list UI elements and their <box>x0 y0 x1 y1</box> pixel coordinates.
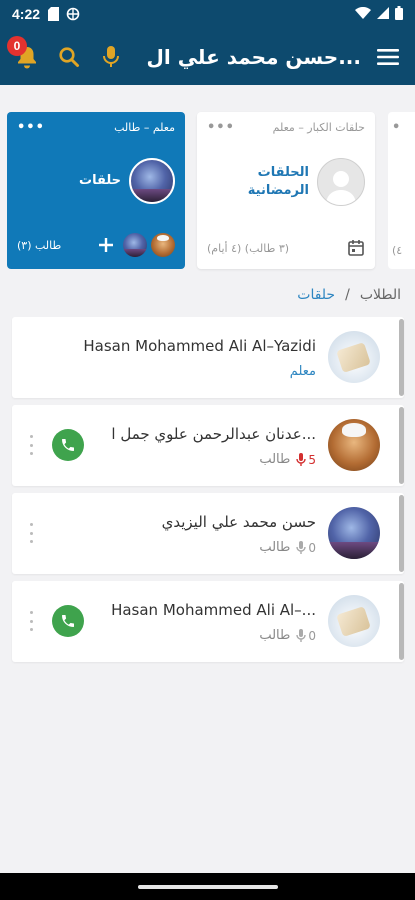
row-edge <box>399 407 404 484</box>
card-info: (٤ أيام) (٣ طالب) <box>207 241 290 255</box>
page-title: حسن محمد علي ال... <box>146 44 361 69</box>
row-edge <box>399 583 404 660</box>
halaqat-carousel[interactable]: ••• معلم – طالب حلقات طالب (٣) ••• حلقات… <box>0 112 415 272</box>
member-name: Hasan Mohammed Ali Al–... <box>111 601 316 619</box>
more-vert-icon[interactable] <box>28 435 34 455</box>
member-name: حسن محمد علي اليزيدي <box>161 513 316 531</box>
card-info: (٤ <box>392 244 403 257</box>
search-button[interactable] <box>52 40 86 74</box>
list-item[interactable]: Hasan Mohammed Ali Al–... طالب 0 <box>12 581 404 662</box>
menu-icon <box>377 48 399 65</box>
card-more-icon[interactable]: • <box>392 120 401 135</box>
member-name: عدنان عبدالرحمن علوي جمل ا... <box>111 425 316 443</box>
member-role-label: طالب <box>259 452 291 467</box>
mic-icon <box>103 45 119 67</box>
recordings-count: 5 <box>296 452 316 467</box>
wifi-icon <box>355 6 371 22</box>
notifications-button[interactable]: 0 <box>7 35 44 74</box>
call-button[interactable] <box>52 605 84 637</box>
calendar-icon <box>348 240 364 256</box>
more-vert-icon[interactable] <box>28 523 34 543</box>
breadcrumb: حلقات / الطلاب <box>297 287 401 303</box>
app-bar: 0 حسن محمد علي ال... <box>0 28 415 85</box>
member-avatar <box>328 507 380 559</box>
more-vert-icon[interactable] <box>28 611 34 631</box>
card-more-icon[interactable]: ••• <box>207 120 235 135</box>
vpn-globe-icon <box>66 7 80 21</box>
add-icon[interactable] <box>97 236 115 254</box>
member-avatar <box>328 595 380 647</box>
member-role-label: طالب <box>259 540 291 555</box>
row-edge <box>399 319 404 396</box>
mic-icon <box>296 540 307 554</box>
recordings-value: 0 <box>308 628 316 643</box>
card-name-line1: الحلقات <box>257 164 309 180</box>
system-nav-bar <box>0 873 415 900</box>
halaqa-avatar <box>129 158 175 204</box>
students-count: طالب (٣) <box>17 238 62 252</box>
status-time: 4:22 <box>12 6 41 22</box>
member-name: Hasan Mohammed Ali Al–Yazidi <box>83 337 316 355</box>
voice-button[interactable] <box>94 40 128 74</box>
card-role: حلقات الكبار – معلم <box>272 121 365 134</box>
placeholder-avatar-icon <box>317 158 365 206</box>
card-name: الحلقات الرمضانية <box>248 164 309 200</box>
member-role-label: معلم <box>289 364 316 379</box>
mic-icon <box>296 452 307 466</box>
member-role: طالب 5 <box>259 452 316 467</box>
halaqa-card[interactable]: ••• حلقات الكبار – معلم الحلقات الرمضاني… <box>197 112 375 269</box>
student-avatar <box>151 233 175 257</box>
breadcrumb-current[interactable]: حلقات <box>297 287 335 303</box>
recordings-value: 5 <box>308 452 316 467</box>
home-gesture-handle[interactable] <box>137 884 278 889</box>
notification-badge: 0 <box>7 35 27 56</box>
menu-button[interactable] <box>371 40 405 74</box>
list-item[interactable]: عدنان عبدالرحمن علوي جمل ا... طالب 5 <box>12 405 404 486</box>
list-item[interactable]: حسن محمد علي اليزيدي طالب 0 <box>12 493 404 574</box>
card-role: معلم – طالب <box>114 121 175 134</box>
recordings-count: 0 <box>296 628 316 643</box>
member-role: طالب 0 <box>259 628 316 643</box>
card-name: حلقات <box>79 172 121 188</box>
member-avatar <box>328 331 380 383</box>
card-name-line2: الرمضانية <box>247 183 309 198</box>
call-button[interactable] <box>52 429 84 461</box>
halaqa-card-active[interactable]: ••• معلم – طالب حلقات طالب (٣) <box>7 112 185 269</box>
halaqa-card-peek[interactable]: • (٤ <box>388 112 415 269</box>
member-role: معلم <box>290 364 316 379</box>
battery-icon <box>395 5 403 23</box>
search-icon <box>59 46 79 67</box>
phone-icon <box>62 615 74 627</box>
member-avatar <box>328 419 380 471</box>
member-role: طالب 0 <box>259 540 316 555</box>
card-more-icon[interactable]: ••• <box>17 120 45 135</box>
student-avatar <box>123 233 147 257</box>
member-role-label: طالب <box>259 628 291 643</box>
member-list: Hasan Mohammed Ali Al–Yazidi معلم عدنان … <box>12 317 404 669</box>
recordings-value: 0 <box>308 540 316 555</box>
status-bar: 4:22 <box>0 0 415 28</box>
signal-icon <box>377 6 389 22</box>
row-edge <box>399 495 404 572</box>
breadcrumb-separator: / <box>345 287 350 303</box>
phone-icon <box>62 439 74 451</box>
breadcrumb-root[interactable]: الطلاب <box>360 287 401 303</box>
mic-icon <box>296 628 307 642</box>
sim-card-icon <box>48 7 60 21</box>
list-item[interactable]: Hasan Mohammed Ali Al–Yazidi معلم <box>12 317 404 398</box>
recordings-count: 0 <box>296 540 316 555</box>
